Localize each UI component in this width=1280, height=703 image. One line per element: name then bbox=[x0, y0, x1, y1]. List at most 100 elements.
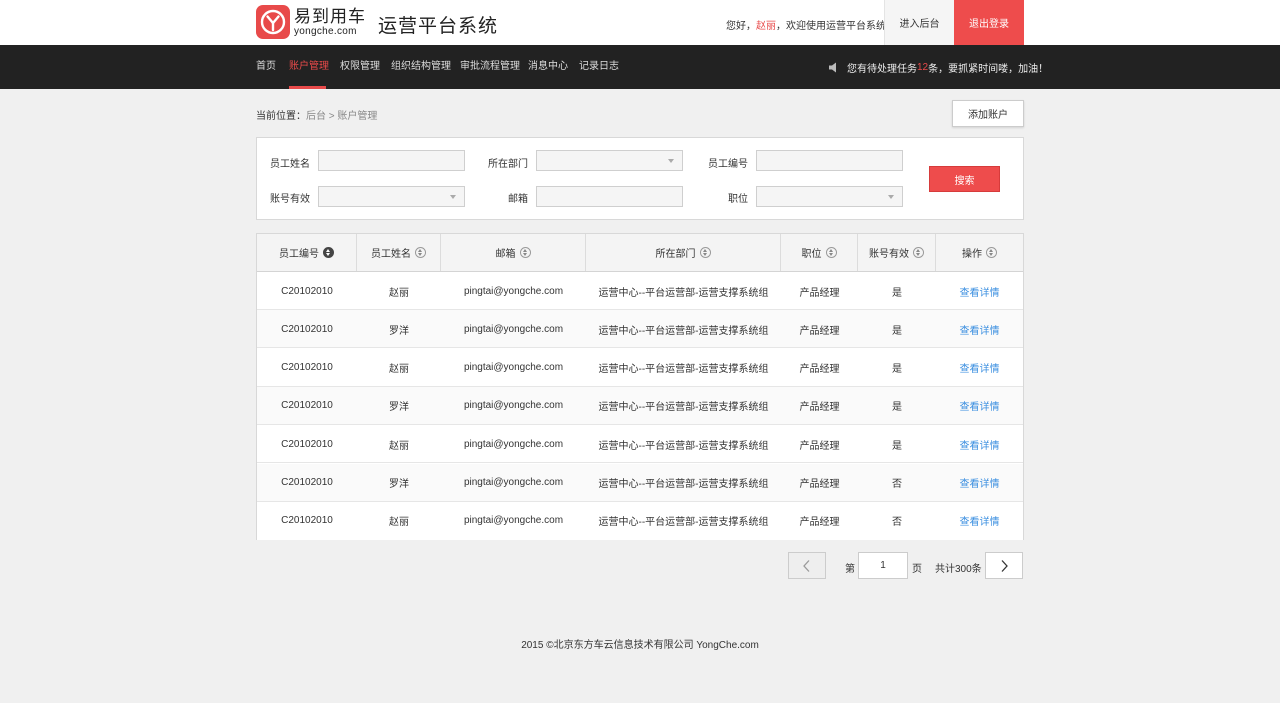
breadcrumb-item-account: 账户管理 bbox=[337, 111, 378, 122]
cell-email: pingtai@yongche.com bbox=[463, 477, 564, 488]
cell-account-valid: 是 bbox=[892, 364, 902, 376]
cell-employee-id: C20102010 bbox=[281, 362, 333, 374]
sort-icon[interactable] bbox=[913, 247, 924, 258]
employee-id-label: 员工编号 bbox=[708, 159, 748, 170]
nav-item-org[interactable]: 组织结构管理 bbox=[391, 45, 451, 89]
cell-email: pingtai@yongche.com bbox=[463, 362, 564, 374]
sort-icon[interactable] bbox=[986, 247, 997, 258]
nav-item-approval[interactable]: 审批流程管理 bbox=[460, 45, 520, 89]
view-details-link[interactable]: 查看详情 bbox=[936, 425, 1023, 463]
search-button[interactable]: 搜索 bbox=[929, 166, 1000, 192]
view-details-link[interactable]: 查看详情 bbox=[936, 310, 1023, 348]
cell-employee-name: 赵丽 bbox=[389, 517, 409, 529]
user-name: 赵丽 bbox=[756, 21, 776, 32]
cell-account-valid: 是 bbox=[892, 402, 902, 414]
cell-email: pingtai@yongche.com bbox=[463, 438, 564, 450]
sort-icon[interactable] bbox=[699, 247, 711, 258]
column-label: 操作 bbox=[962, 249, 982, 260]
cell-employee-id: C20102010 bbox=[281, 515, 333, 527]
column-header-employee-id[interactable]: 员工编号 bbox=[257, 234, 357, 271]
column-header-position[interactable]: 职位 bbox=[781, 234, 858, 271]
breadcrumb-item-backend[interactable]: 后台 bbox=[306, 111, 326, 122]
column-header-actions[interactable]: 操作 bbox=[936, 234, 1023, 271]
nav-active-indicator bbox=[289, 86, 326, 89]
cell-employee-id: C20102010 bbox=[281, 477, 333, 488]
page-number-input[interactable]: 1 bbox=[858, 552, 908, 579]
chevron-left-icon bbox=[803, 559, 810, 572]
cell-employee-name: 赵丽 bbox=[389, 287, 409, 299]
nav-item-logs[interactable]: 记录日志 bbox=[579, 45, 619, 89]
notice-count: 12 bbox=[917, 61, 929, 73]
account-valid-select[interactable] bbox=[318, 186, 465, 207]
nav-item-permission[interactable]: 权限管理 bbox=[340, 45, 380, 89]
cell-account-valid: 是 bbox=[892, 325, 902, 337]
page-prefix: 第 bbox=[845, 564, 855, 575]
view-details-link[interactable]: 查看详情 bbox=[936, 387, 1023, 425]
brand: 易到用车 yongche.com bbox=[294, 7, 366, 38]
cell-position: 产品经理 bbox=[799, 364, 840, 376]
cell-employee-id: C20102010 bbox=[281, 400, 333, 412]
column-header-employee-name[interactable]: 员工姓名 bbox=[357, 234, 441, 271]
column-header-email[interactable]: 邮箱 bbox=[441, 234, 586, 271]
view-details-link[interactable]: 查看详情 bbox=[936, 464, 1023, 502]
column-label: 邮箱 bbox=[495, 249, 516, 260]
footer-copyright: 2015 ©北京东方车云信息技术有限公司 YongChe.com bbox=[521, 640, 759, 651]
cell-account-valid: 是 bbox=[892, 287, 902, 299]
cell-position: 产品经理 bbox=[799, 517, 840, 529]
cell-position: 产品经理 bbox=[799, 325, 840, 337]
cell-employee-name: 罗洋 bbox=[389, 402, 409, 414]
nav-item-home[interactable]: 首页 bbox=[256, 45, 276, 89]
department-select[interactable] bbox=[536, 150, 683, 171]
user-greeting: 您好，赵丽，欢迎使用运营平台系统 bbox=[726, 17, 886, 32]
enter-admin-button[interactable]: 进入后台 bbox=[884, 0, 954, 45]
nav-item-account[interactable]: 账户管理 bbox=[289, 45, 329, 89]
view-details-link[interactable]: 查看详情 bbox=[936, 272, 1023, 310]
cell-employee-name: 赵丽 bbox=[389, 364, 409, 376]
top-header: 易到用车 yongche.com 运营平台系统 您好，赵丽，欢迎使用运营平台系统… bbox=[0, 0, 1280, 45]
cell-account-valid: 否 bbox=[892, 479, 902, 490]
logout-button[interactable]: 退出登录 bbox=[954, 0, 1024, 45]
sort-icon[interactable] bbox=[323, 247, 334, 258]
column-header-account-valid[interactable]: 账号有效 bbox=[858, 234, 936, 271]
sort-icon[interactable] bbox=[415, 247, 426, 258]
cell-employee-name: 罗洋 bbox=[389, 325, 409, 337]
view-details-link[interactable]: 查看详情 bbox=[936, 502, 1023, 540]
cell-employee-name: 赵丽 bbox=[389, 440, 409, 452]
cell-department: 运营中心--平台运营部-运营支撑系统组 bbox=[598, 364, 769, 376]
cell-position: 产品经理 bbox=[799, 440, 840, 452]
employee-id-input[interactable] bbox=[756, 150, 903, 171]
cell-email: pingtai@yongche.com bbox=[463, 515, 564, 527]
position-label: 职位 bbox=[728, 194, 748, 205]
account-valid-label: 账号有效 bbox=[270, 194, 310, 205]
view-details-link[interactable]: 查看详情 bbox=[936, 349, 1023, 387]
email-input[interactable] bbox=[536, 186, 683, 207]
cell-position: 产品经理 bbox=[799, 402, 840, 414]
cell-account-valid: 否 bbox=[892, 517, 902, 529]
nav-item-messages[interactable]: 消息中心 bbox=[528, 45, 568, 89]
breadcrumb-label: 当前位置： bbox=[256, 111, 306, 122]
task-notice[interactable]: 您有待处理任务 12 条，要抓紧时间喽，加油！ bbox=[828, 45, 1048, 89]
cell-department: 运营中心--平台运营部-运营支撑系统组 bbox=[598, 325, 769, 337]
notice-suffix: 条，要抓紧时间喽，加油！ bbox=[928, 63, 1049, 75]
table-row: C20102010 赵丽 pingtai@yongche.com 运营中心--平台运营… bbox=[257, 501, 1023, 540]
cell-department: 运营中心--平台运营部-运营支撑系统组 bbox=[598, 479, 769, 490]
employee-name-input[interactable] bbox=[318, 150, 465, 171]
sort-icon[interactable] bbox=[519, 247, 531, 258]
table-row: C20102010 赵丽 pingtai@yongche.com 运营中心--平台运营… bbox=[257, 272, 1023, 310]
total-count: 共计300条 bbox=[935, 564, 982, 575]
sort-icon[interactable] bbox=[825, 247, 837, 258]
speaker-icon bbox=[829, 62, 836, 72]
position-select[interactable] bbox=[756, 186, 903, 207]
yi-logo-icon[interactable] bbox=[256, 5, 290, 39]
employee-name-label: 员工姓名 bbox=[270, 159, 310, 170]
column-header-department[interactable]: 所在部门 bbox=[586, 234, 781, 271]
table-row: C20102010 罗洋 pingtai@yongche.com 运营中心--平台运营… bbox=[257, 310, 1023, 349]
page-suffix: 页 bbox=[912, 564, 922, 575]
next-page-button[interactable] bbox=[985, 552, 1023, 579]
column-label: 所在部门 bbox=[655, 249, 696, 260]
chevron-right-icon bbox=[1001, 559, 1008, 572]
cell-department: 运营中心--平台运营部-运营支撑系统组 bbox=[598, 402, 769, 414]
column-label: 员工编号 bbox=[279, 249, 319, 260]
add-account-button[interactable]: 添加账户 bbox=[952, 100, 1024, 127]
prev-page-button[interactable] bbox=[788, 552, 826, 579]
